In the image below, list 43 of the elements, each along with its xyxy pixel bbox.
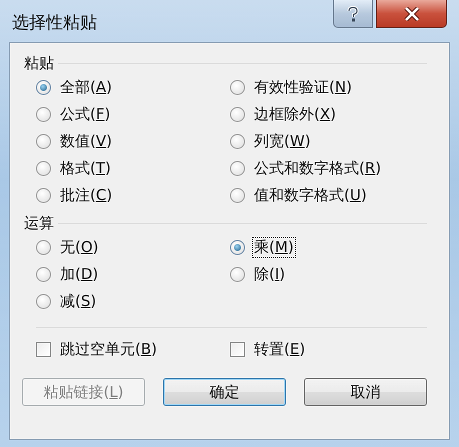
help-button[interactable] — [333, 0, 373, 28]
radio-button[interactable] — [36, 188, 51, 203]
close-icon — [404, 6, 420, 20]
help-icon — [347, 6, 359, 22]
option-label[interactable]: 批注(C) — [58, 185, 114, 206]
option-label[interactable]: 乘(M) — [252, 237, 296, 258]
radio-button[interactable] — [230, 80, 245, 95]
option-label[interactable]: 公式(F) — [58, 104, 112, 125]
dialog-button[interactable]: 取消 — [304, 378, 427, 406]
radio-button[interactable] — [36, 80, 51, 95]
checkbox-label[interactable]: 转置(E) — [252, 339, 308, 360]
option-label[interactable]: 无(O) — [58, 237, 101, 258]
option-label[interactable]: 公式和数字格式(R) — [252, 158, 384, 179]
radio-button[interactable] — [230, 188, 245, 203]
dialog-button[interactable]: 确定 — [163, 378, 286, 406]
radio-button[interactable] — [36, 107, 51, 122]
option-label[interactable]: 全部(A) — [58, 77, 114, 98]
checkbox-label[interactable]: 跳过空单元(B) — [58, 339, 160, 360]
option-label[interactable]: 减(S) — [58, 291, 98, 312]
close-button[interactable] — [376, 0, 447, 28]
option-label[interactable]: 除(I) — [252, 264, 288, 285]
option-label[interactable]: 有效性验证(N) — [252, 77, 354, 98]
checkbox[interactable] — [36, 342, 51, 357]
option-label[interactable]: 数值(V) — [58, 131, 114, 152]
option-label[interactable]: 值和数字格式(U) — [252, 185, 369, 206]
radio-button[interactable] — [230, 240, 245, 255]
radio-button[interactable] — [36, 240, 51, 255]
radio-button[interactable] — [36, 267, 51, 282]
radio-button[interactable] — [36, 134, 51, 149]
option-label[interactable]: 列宽(W) — [252, 131, 313, 152]
checkbox[interactable] — [230, 342, 245, 357]
group-label: 粘贴 — [24, 54, 54, 72]
radio-button[interactable] — [230, 107, 245, 122]
option-label[interactable]: 加(D) — [58, 264, 100, 285]
radio-button[interactable] — [230, 134, 245, 149]
radio-button[interactable] — [36, 161, 51, 176]
group-label: 运算 — [24, 214, 54, 232]
radio-button[interactable] — [230, 267, 245, 282]
option-label[interactable]: 边框除外(X) — [252, 104, 338, 125]
radio-button[interactable] — [230, 161, 245, 176]
window-title: 选择性粘贴 — [12, 12, 97, 34]
radio-button[interactable] — [36, 294, 51, 309]
option-label[interactable]: 格式(T) — [58, 158, 113, 179]
